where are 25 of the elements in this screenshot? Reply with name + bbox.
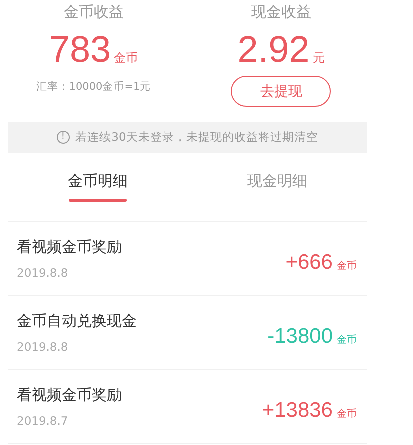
balance-value: 783 <box>49 28 112 72</box>
exchange-rate: 汇率：10000金币=1元 <box>36 80 152 94</box>
summary-title: 金币收益 <box>64 3 124 22</box>
withdraw-button[interactable]: 去提现 <box>231 76 332 107</box>
record-amount: +13836 <box>262 398 333 422</box>
tab[interactable]: 金币明细 <box>68 172 128 191</box>
record-date: 2019.8.8 <box>17 340 70 354</box>
record-unit: 金币 <box>337 408 357 420</box>
balance-unit: 金币 <box>114 50 138 67</box>
tab[interactable]: 现金明细 <box>247 172 308 191</box>
info-icon: ! <box>56 131 70 144</box>
record-amount: -13800 <box>268 324 333 348</box>
record-title: 金币自动兑换现金 <box>17 312 138 330</box>
summary-title: 现金收益 <box>251 3 312 22</box>
record-unit: 金币 <box>337 260 357 272</box>
record-amount: +666 <box>286 250 333 274</box>
record-date: 2019.8.7 <box>17 414 70 428</box>
notice-text: 若连续30天未登录，未提现的收益将过期清空 <box>76 130 318 145</box>
tab-underline <box>68 199 127 202</box>
record-title: 看视频金币奖励 <box>17 386 123 404</box>
balance-unit: 元 <box>312 50 325 67</box>
balance-value: 2.92 <box>238 28 310 72</box>
record-unit: 金币 <box>337 334 357 346</box>
record-date: 2019.8.8 <box>17 266 70 280</box>
record-title: 看视频金币奖励 <box>17 238 123 256</box>
